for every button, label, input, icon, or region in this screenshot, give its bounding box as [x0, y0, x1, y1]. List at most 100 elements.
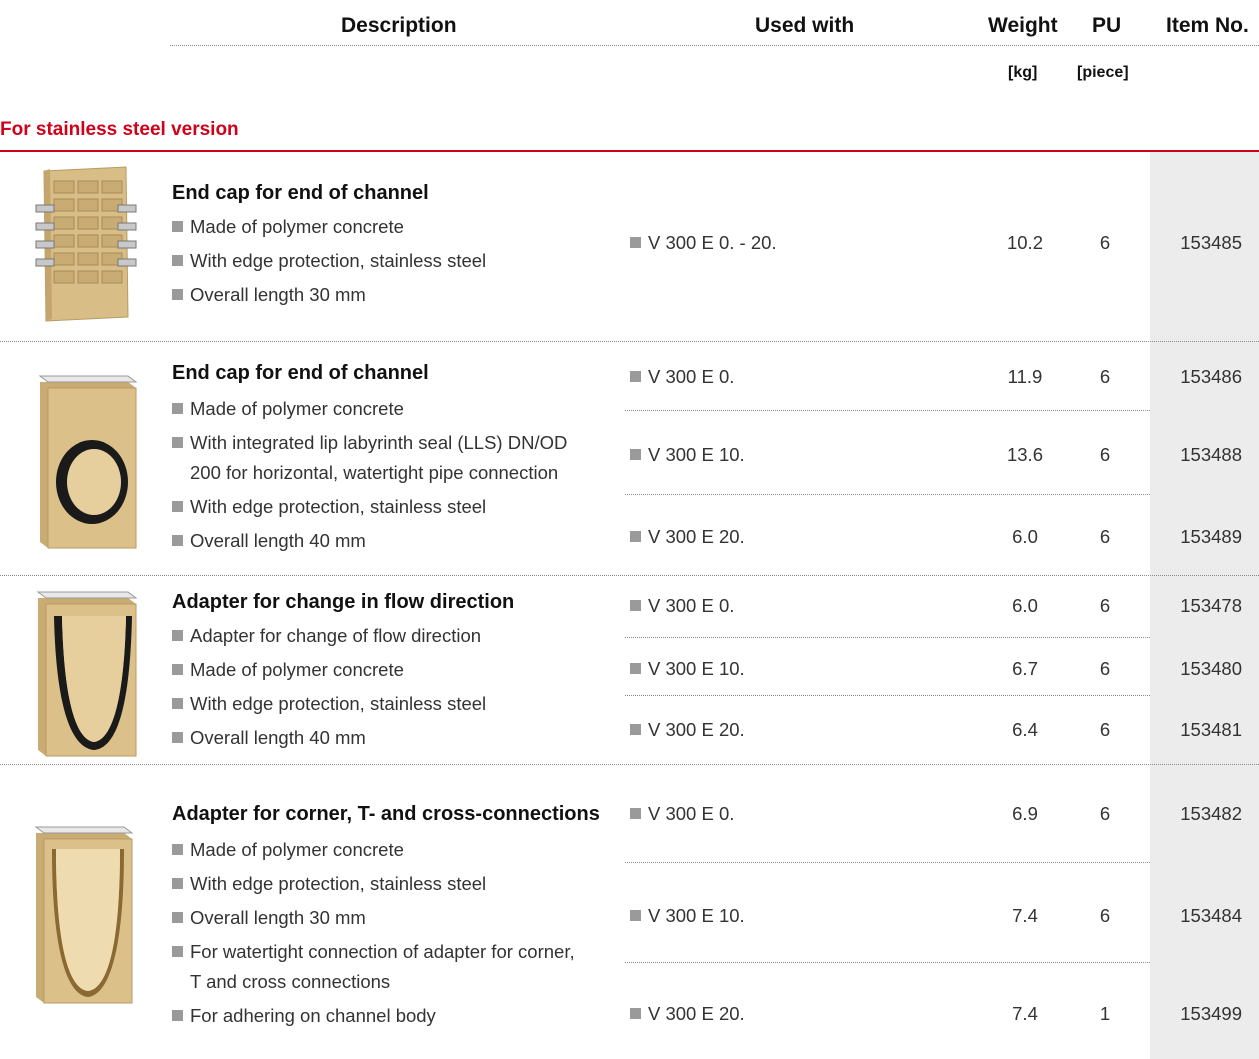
pu-cell: 6: [1099, 905, 1111, 926]
header-pu: PU: [1092, 14, 1122, 37]
bullet-square-icon: [630, 808, 641, 819]
header-used-with: Used with: [755, 14, 855, 37]
header-divider: [170, 45, 1259, 46]
weight-cell: 11.9: [1007, 366, 1043, 387]
end-cap-with-seal-image: [38, 375, 138, 549]
item-no-cell: 153484: [1180, 905, 1242, 926]
product-title: End cap for end of channel: [172, 362, 429, 384]
used-with-cell: V 300 E 20.: [630, 1003, 745, 1025]
used-with-cell: V 300 E 10.: [630, 444, 745, 466]
product-bullet: For adhering on channel body: [172, 1003, 436, 1028]
item-no-cell: 153478: [1180, 595, 1242, 616]
bullet-square-icon: [172, 501, 183, 512]
product-bullet: Made of polymer concrete: [172, 657, 404, 682]
pu-cell: 6: [1099, 232, 1111, 253]
product-divider: [0, 575, 1259, 576]
section-title: For stainless steel version: [0, 119, 239, 140]
weight-cell: 6.4: [1012, 719, 1038, 740]
bullet-square-icon: [172, 844, 183, 855]
row-divider: [625, 410, 1150, 411]
pu-cell: 6: [1099, 719, 1111, 740]
product-bullet: For watertight connection of adapter for…: [172, 939, 575, 964]
header-item-no: Item No.: [1166, 14, 1249, 37]
item-no-cell: 153480: [1180, 658, 1242, 679]
weight-cell: 6.9: [1012, 803, 1038, 824]
product-bullet: Overall length 40 mm: [172, 528, 366, 553]
product-bullet: With edge protection, stainless steel: [172, 691, 486, 716]
item-no-cell: 153488: [1180, 444, 1242, 465]
used-with-cell: V 300 E 0.: [630, 595, 734, 617]
product-bullet: With edge protection, stainless steel: [172, 494, 486, 519]
product-bullet: Adapter for change of flow direction: [172, 623, 481, 648]
product-bullet: Overall length 30 mm: [172, 905, 366, 930]
product-title: Adapter for change in flow direction: [172, 591, 515, 613]
header-description: Description: [341, 14, 457, 37]
weight-cell: 7.4: [1012, 1003, 1038, 1024]
bullet-square-icon: [172, 630, 183, 641]
bullet-square-icon: [172, 1010, 183, 1021]
item-no-cell: 153481: [1180, 719, 1242, 740]
pu-cell: 6: [1099, 658, 1111, 679]
product-divider: [0, 764, 1259, 765]
used-with-cell: V 300 E 20.: [630, 526, 745, 548]
product-title: End cap for end of channel: [172, 182, 429, 204]
item-no-cell: 153485: [1180, 232, 1242, 253]
product-bullet: Made of polymer concrete: [172, 214, 404, 239]
weight-cell: 6.0: [1012, 595, 1038, 616]
product-bullet: Overall length 30 mm: [172, 282, 366, 307]
bullet-square-icon: [630, 1008, 641, 1019]
bullet-square-icon: [172, 289, 183, 300]
product-bullet: With integrated lip labyrinth seal (LLS)…: [172, 430, 567, 455]
pu-cell: 6: [1099, 595, 1111, 616]
product-bullet-continuation: T and cross connections: [190, 971, 391, 992]
bullet-square-icon: [630, 663, 641, 674]
product-bullet: With edge protection, stainless steel: [172, 871, 486, 896]
row-divider: [625, 962, 1150, 963]
row-divider: [625, 862, 1150, 863]
row-divider: [625, 637, 1150, 638]
bullet-square-icon: [172, 221, 183, 232]
end-cap-image: [35, 166, 137, 322]
header-pu-unit: [piece]: [1077, 64, 1129, 81]
bullet-square-icon: [630, 449, 641, 460]
item-no-cell: 153482: [1180, 803, 1242, 824]
product-bullet: With edge protection, stainless steel: [172, 248, 486, 273]
product-bullet: Made of polymer concrete: [172, 837, 404, 862]
weight-cell: 10.2: [1006, 232, 1043, 253]
bullet-square-icon: [630, 371, 641, 382]
bullet-square-icon: [172, 946, 183, 957]
item-no-cell: 153489: [1180, 526, 1242, 547]
bullet-square-icon: [172, 437, 183, 448]
bullet-square-icon: [630, 600, 641, 611]
item-no-cell: 153486: [1180, 366, 1242, 387]
bullet-square-icon: [172, 664, 183, 675]
header-weight: Weight: [988, 14, 1058, 37]
weight-cell: 7.4: [1012, 905, 1038, 926]
weight-cell: 6.0: [1012, 526, 1038, 547]
row-divider: [625, 494, 1150, 495]
product-title: Adapter for corner, T- and cross-connect…: [172, 803, 600, 825]
bullet-square-icon: [630, 237, 641, 248]
product-divider: [0, 341, 1259, 342]
header-weight-unit: [kg]: [1008, 64, 1038, 81]
item-no-cell: 153499: [1180, 1003, 1242, 1024]
bullet-square-icon: [630, 910, 641, 921]
pu-cell: 6: [1099, 444, 1111, 465]
pu-cell: 1: [1099, 1003, 1111, 1024]
product-bullet: Made of polymer concrete: [172, 396, 404, 421]
bullet-square-icon: [172, 255, 183, 266]
used-with-cell: V 300 E 0.: [630, 366, 734, 388]
used-with-cell: V 300 E 0. - 20.: [630, 232, 777, 254]
used-with-cell: V 300 E 20.: [630, 719, 745, 741]
used-with-cell: V 300 E 10.: [630, 658, 745, 680]
used-with-cell: V 300 E 10.: [630, 905, 745, 927]
pu-cell: 6: [1099, 803, 1111, 824]
flow-direction-adapter-image: [36, 591, 138, 757]
pu-cell: 6: [1099, 526, 1111, 547]
bullet-square-icon: [630, 531, 641, 542]
product-bullet: Overall length 40 mm: [172, 725, 366, 750]
pu-cell: 6: [1099, 366, 1111, 387]
product-bullet-continuation: 200 for horizontal, watertight pipe conn…: [190, 462, 559, 483]
bullet-square-icon: [172, 698, 183, 709]
corner-connection-adapter-image: [34, 826, 134, 1004]
